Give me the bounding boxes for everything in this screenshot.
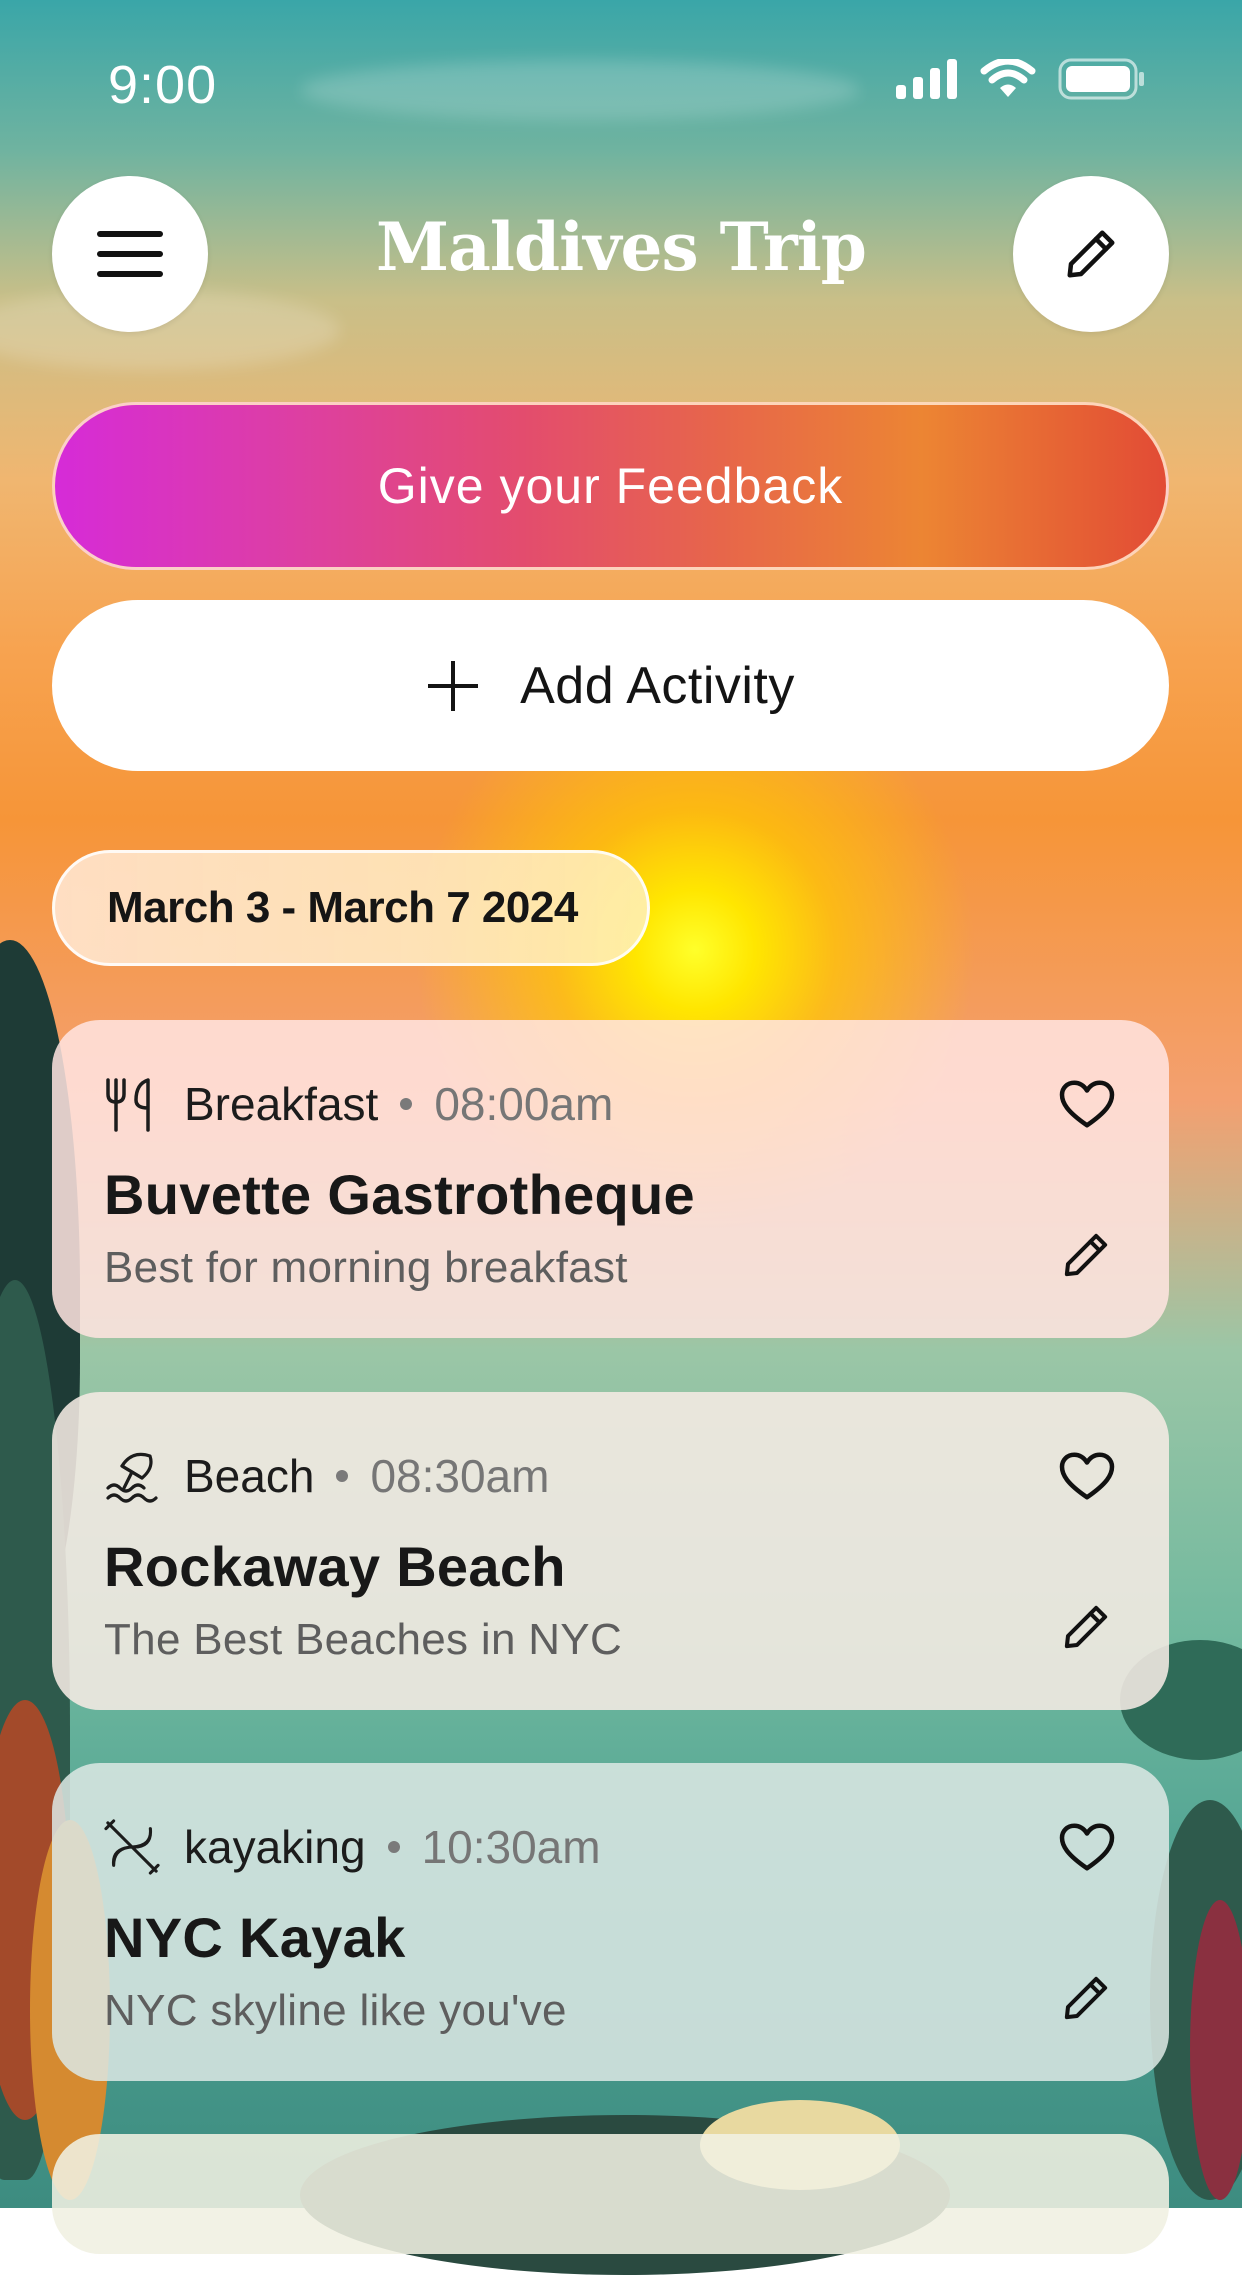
separator-dot	[387, 1841, 400, 1853]
activity-category: Breakfast	[184, 1078, 379, 1130]
separator-dot	[336, 1470, 349, 1482]
activity-subtitle: The Best Beaches in NYC	[104, 1615, 623, 1664]
wifi-icon	[980, 59, 1036, 97]
battery-icon	[1058, 58, 1144, 100]
activity-card[interactable]: Beach 08:30am Rockaway Beach The Best Be…	[52, 1392, 1169, 1710]
beach-umbrella-icon	[104, 1448, 160, 1504]
fork-knife-icon	[104, 1076, 160, 1132]
activity-card-partial[interactable]	[52, 2134, 1169, 2254]
activity-subtitle: Best for morning breakfast	[104, 1243, 628, 1292]
heart-icon[interactable]	[1057, 1446, 1117, 1506]
activity-subtitle: NYC skyline like you've	[104, 1986, 567, 2035]
pencil-icon[interactable]	[1059, 1600, 1113, 1654]
activity-category: kayaking	[184, 1821, 366, 1873]
add-activity-label: Add Activity	[520, 656, 795, 715]
edit-trip-button[interactable]	[1013, 176, 1169, 332]
date-range-badge: March 3 - March 7 2024	[52, 850, 650, 966]
status-time: 9:00	[108, 55, 218, 115]
signal-icon	[896, 59, 957, 99]
activity-category: Beach	[184, 1450, 315, 1502]
heart-icon[interactable]	[1057, 1817, 1117, 1877]
give-feedback-button[interactable]: Give your Feedback	[52, 402, 1169, 570]
status-icons	[896, 58, 1146, 100]
feedback-label: Give your Feedback	[377, 458, 844, 514]
activity-time: 08:30am	[370, 1450, 550, 1502]
activity-title: Rockaway Beach	[104, 1535, 566, 1598]
date-range-text: March 3 - March 7 2024	[107, 883, 578, 932]
activity-card[interactable]: kayaking 10:30am NYC Kayak NYC skyline l…	[52, 1763, 1169, 2081]
plus-icon	[428, 660, 479, 711]
activity-title: Buvette Gastrotheque	[104, 1163, 695, 1226]
heart-icon[interactable]	[1057, 1074, 1117, 1134]
activity-title: NYC Kayak	[104, 1906, 406, 1969]
add-activity-button[interactable]: Add Activity	[52, 600, 1169, 771]
activity-card[interactable]: Breakfast 08:00am Buvette Gastrotheque B…	[52, 1020, 1169, 1338]
separator-dot	[400, 1098, 413, 1110]
kayak-icon	[104, 1819, 160, 1875]
activity-time: 10:30am	[421, 1821, 601, 1873]
pencil-icon	[1067, 230, 1115, 278]
activity-time: 08:00am	[434, 1078, 614, 1130]
pencil-icon[interactable]	[1059, 1971, 1113, 2025]
pencil-icon[interactable]	[1059, 1228, 1113, 1282]
